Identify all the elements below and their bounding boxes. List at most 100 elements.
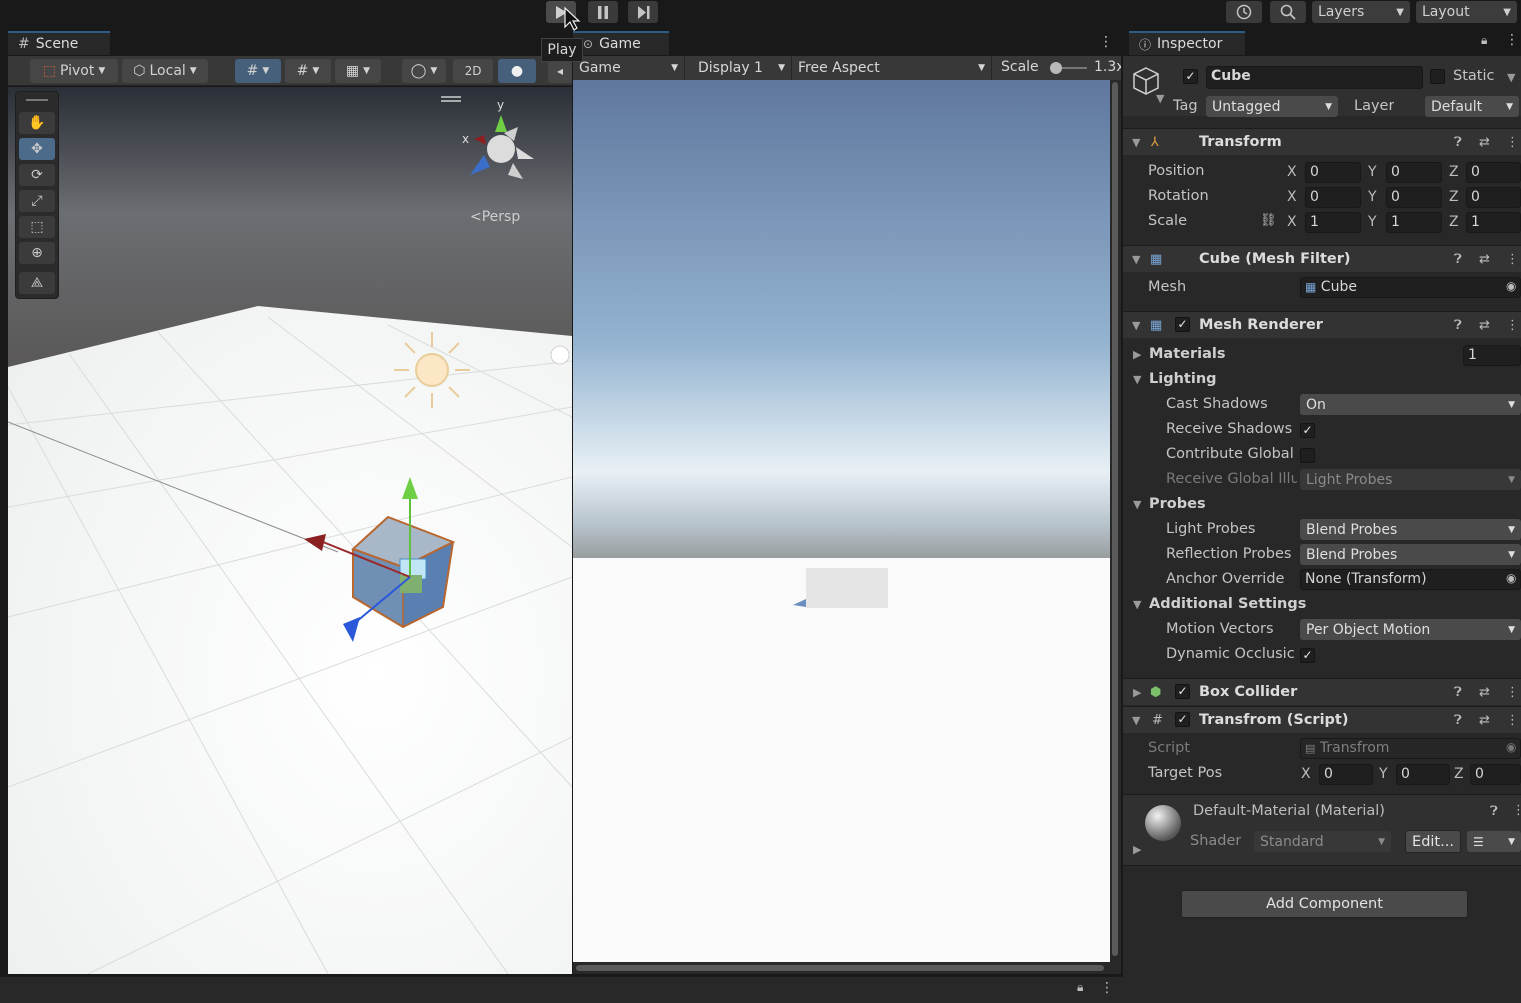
chevron-right-icon[interactable]: ▶ [1133, 348, 1141, 361]
box-collider-header[interactable]: ▶ ⬢ ✓ Box Collider ❓︎ ⇄ ⋮ [1123, 678, 1521, 705]
scale-slider-thumb[interactable] [1050, 62, 1062, 74]
transform-script-enabled-checkbox[interactable]: ✓ [1175, 712, 1190, 727]
object-picker-icon[interactable]: ◉ [1506, 571, 1516, 585]
layer-dropdown[interactable]: Default ▼ [1425, 96, 1519, 117]
scale-z-field[interactable]: 1 [1466, 212, 1521, 233]
add-component-button[interactable]: Add Component [1181, 890, 1468, 918]
chevron-down-icon[interactable]: ▼ [1133, 373, 1141, 386]
preset-icon[interactable]: ⇄ [1479, 685, 1490, 700]
object-picker-icon[interactable]: ◉ [1506, 279, 1516, 293]
preset-icon[interactable]: ⇄ [1479, 252, 1490, 267]
material-sphere-icon[interactable] [1143, 803, 1183, 843]
game-vertical-scrollbar[interactable] [1110, 80, 1121, 962]
tab-game[interactable]: ⊙ Game [573, 31, 669, 55]
lock-icon[interactable]: 🔒︎ [1077, 980, 1083, 995]
target-pos-z-field[interactable]: 0 [1470, 764, 1521, 785]
unlink-icon[interactable]: ⛓ [1260, 213, 1277, 228]
history-button[interactable] [1226, 1, 1262, 23]
layout-dropdown[interactable]: Layout ▼ [1416, 1, 1517, 23]
transform-tool-button[interactable]: ⊕ [19, 242, 55, 264]
hand-tool-button[interactable]: ✋ [19, 112, 55, 134]
light-probes-dropdown[interactable]: Blend Probes ▼ [1300, 519, 1521, 540]
position-x-field[interactable]: 0 [1305, 162, 1361, 183]
shading-mode-dropdown[interactable]: ◯ ▼ [402, 59, 446, 83]
scrollbar-thumb[interactable] [576, 965, 1104, 971]
mesh-renderer-enabled-checkbox[interactable]: ✓ [1175, 317, 1190, 332]
kebab-menu-icon[interactable]: ⋮ [1506, 318, 1519, 333]
display-dropdown[interactable]: Display 1 ▼ [692, 56, 792, 80]
tag-dropdown[interactable]: Untagged ▼ [1206, 96, 1338, 117]
scale-x-field[interactable]: 1 [1305, 212, 1361, 233]
layers-dropdown[interactable]: Layers ▼ [1312, 1, 1410, 23]
materials-count-field[interactable]: 1 [1463, 345, 1521, 366]
edit-shader-button[interactable]: Edit... [1405, 830, 1461, 853]
scene-viewport[interactable]: y x <Persp [8, 87, 572, 974]
preset-icon[interactable]: ⇄ [1479, 713, 1490, 728]
contribute-global-checkbox[interactable] [1300, 448, 1315, 463]
drag-handle[interactable] [26, 99, 48, 101]
box-collider-enabled-checkbox[interactable]: ✓ [1175, 684, 1190, 699]
probes-label[interactable]: Probes [1149, 496, 1206, 512]
scrollbar-thumb[interactable] [1112, 82, 1118, 956]
game-horizontal-scrollbar[interactable] [573, 962, 1121, 974]
help-icon[interactable]: ❓︎ [1490, 804, 1498, 819]
game-viewport[interactable] [573, 80, 1110, 962]
kebab-menu-icon[interactable]: ⋮ [1100, 980, 1114, 996]
preset-icon[interactable]: ⇄ [1479, 135, 1490, 150]
anchor-override-field[interactable]: None (Transform) ◉ [1300, 569, 1521, 590]
grid-snap-toggle[interactable]: # ▼ [235, 59, 281, 83]
help-icon[interactable]: ❓︎ [1454, 135, 1462, 150]
snap-increment-toggle[interactable]: # ▼ [285, 59, 331, 83]
dynamic-occlusion-checkbox[interactable]: ✓ [1300, 648, 1315, 663]
audio-toggle[interactable]: ◂ [548, 59, 572, 83]
chevron-down-icon[interactable]: ▼ [1156, 92, 1164, 105]
rotation-x-field[interactable]: 0 [1305, 187, 1361, 208]
target-pos-x-field[interactable]: 0 [1319, 764, 1373, 785]
move-tool-button[interactable]: ✥ [19, 138, 55, 160]
kebab-menu-icon[interactable]: ⋮ [1505, 32, 1519, 48]
kebab-menu-icon[interactable]: ⋮ [1506, 135, 1519, 150]
object-name-field[interactable]: Cube [1206, 66, 1423, 89]
rotation-z-field[interactable]: 0 [1466, 187, 1521, 208]
transform-header[interactable]: ▼ ⅄ Transform ❓︎ ⇄ ⋮ [1123, 128, 1521, 155]
position-z-field[interactable]: 0 [1466, 162, 1521, 183]
kebab-menu-icon[interactable]: ⋮ [1506, 252, 1519, 267]
custom-tool-button[interactable]: ⟁ [19, 272, 55, 294]
receive-shadows-checkbox[interactable]: ✓ [1300, 423, 1315, 438]
additional-settings-label[interactable]: Additional Settings [1149, 596, 1306, 612]
active-checkbox[interactable]: ✓ [1183, 69, 1198, 84]
motion-vectors-dropdown[interactable]: Per Object Motion ▼ [1300, 619, 1521, 640]
transform-script-header[interactable]: ▼ # ✓ Transfrom (Script) ❓︎ ⇄ ⋮ [1123, 706, 1521, 733]
materials-label[interactable]: Materials [1149, 346, 1226, 362]
pause-button[interactable] [588, 1, 618, 23]
kebab-menu-icon[interactable]: ⋮ [1512, 803, 1521, 818]
cast-shadows-dropdown[interactable]: On ▼ [1300, 394, 1521, 415]
help-icon[interactable]: ❓︎ [1454, 685, 1462, 700]
material-options-dropdown[interactable]: ☰ ▼ [1467, 831, 1521, 852]
help-icon[interactable]: ❓︎ [1454, 318, 1462, 333]
tab-inspector[interactable]: ⓘ Inspector [1129, 31, 1245, 55]
chevron-right-icon[interactable]: ▶ [1133, 843, 1141, 856]
mesh-renderer-header[interactable]: ▼ ▦ ✓ Mesh Renderer ❓︎ ⇄ ⋮ [1123, 311, 1521, 338]
rect-tool-button[interactable]: ⬚ [19, 216, 55, 238]
preset-icon[interactable]: ⇄ [1479, 318, 1490, 333]
persp-label[interactable]: <Persp [470, 209, 520, 225]
aspect-dropdown[interactable]: Free Aspect ▼ [792, 56, 992, 80]
reflection-probes-dropdown[interactable]: Blend Probes ▼ [1300, 544, 1521, 565]
scene-lighting-toggle[interactable]: ● [498, 59, 536, 83]
chevron-down-icon[interactable]: ▼ [1133, 498, 1141, 511]
scale-tool-button[interactable]: ⤢ [19, 190, 55, 212]
mesh-filter-header[interactable]: ▼ ▦ Cube (Mesh Filter) ❓︎ ⇄ ⋮ [1123, 245, 1521, 272]
rotate-tool-button[interactable]: ⟳ [19, 164, 55, 186]
mesh-field[interactable]: ▦ Cube ◉ [1300, 277, 1521, 298]
pivot-dropdown[interactable]: ⬚ Pivot ▼ [30, 59, 118, 83]
lock-icon[interactable]: 🔒︎ [1481, 33, 1487, 48]
help-icon[interactable]: ❓︎ [1454, 713, 1462, 728]
help-icon[interactable]: ❓︎ [1454, 252, 1462, 267]
scale-y-field[interactable]: 1 [1386, 212, 1442, 233]
lighting-label[interactable]: Lighting [1149, 371, 1217, 387]
directional-light-icon[interactable] [394, 332, 470, 408]
kebab-menu-icon[interactable]: ⋮ [1099, 34, 1113, 50]
chevron-down-icon[interactable]: ▼ [1507, 71, 1515, 84]
target-pos-y-field[interactable]: 0 [1396, 764, 1450, 785]
